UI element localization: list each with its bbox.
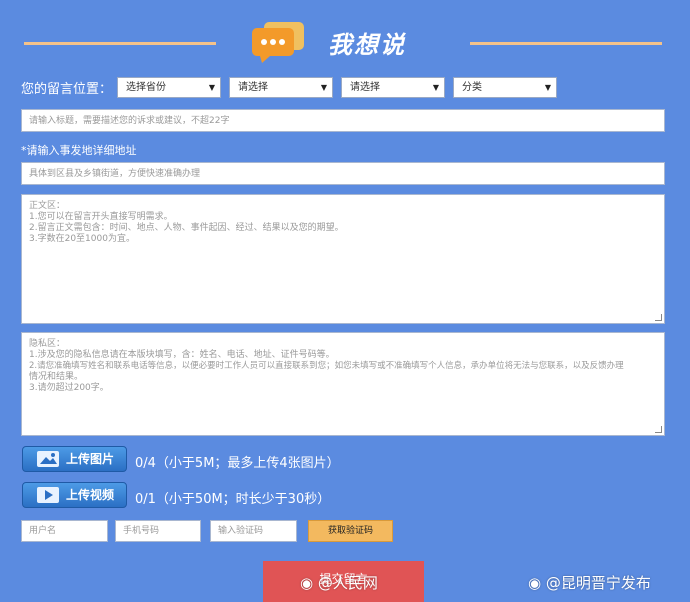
username-placeholder: 用户名 [29,526,57,536]
body-textarea[interactable]: 正文区： 1.您可以在留言开头直接写明需求。 2.留言正文需包含：时间、地点、人… [21,194,665,324]
upload-video-label: 上传视频 [66,488,115,502]
body-line: 2.留言正文需包含：时间、地点、人物、事件起因、经过、结果以及您的期望。 [29,223,344,233]
get-code-button[interactable]: 获取验证码 [308,520,393,542]
title-input-placeholder: 请输入标题，需要描述您的诉求或建议，不超22字 [29,116,230,126]
chat-bubble-icon [250,20,308,64]
address-required-label: *请输入事发地详细地址 [21,144,137,157]
privacy-line: 2.请您准确填写姓名和联系电话等信息，以便必要时工作人员可以直接联系到您；如您未… [29,361,624,371]
category-select[interactable]: 分类 ▼ [453,77,557,98]
city-select[interactable]: 请选择 ▼ [229,77,333,98]
privacy-line: 情况和结果。 [29,372,84,382]
weibo-icon: ◉ [528,574,542,592]
privacy-textarea[interactable]: 隐私区： 1.涉及您的隐私信息请在本版块填写，含：姓名、电话、地址、证件号码等。… [21,332,665,436]
page-title: 我想说 [328,31,406,59]
privacy-line: 3.请勿超过200字。 [29,383,109,393]
upload-image-label: 上传图片 [66,452,115,466]
chevron-down-icon: ▼ [208,83,215,92]
chevron-down-icon: ▼ [432,83,439,92]
chevron-down-icon: ▼ [544,83,551,92]
username-input[interactable]: 用户名 [21,520,108,542]
code-placeholder: 输入验证码 [218,526,264,536]
upload-video-info: 0/1（小于50M；时长少于30秒） [135,492,331,507]
category-select-value: 分类 [462,82,482,93]
video-play-icon [37,487,59,503]
watermark-right-text: @昆明晋宁发布 [545,574,651,592]
watermark-people-daily: ◉ @人民网 [300,572,378,593]
city-select-value: 请选择 [238,82,268,93]
header-divider-right [470,42,662,45]
watermark-left-text: @人民网 [317,574,378,592]
district-select[interactable]: 请选择 ▼ [341,77,445,98]
weibo-icon: ◉ [300,574,314,592]
chevron-down-icon: ▼ [320,83,327,92]
district-select-value: 请选择 [350,82,380,93]
location-label: 您的留言位置： [21,82,113,97]
verification-code-input[interactable]: 输入验证码 [210,520,297,542]
province-select[interactable]: 选择省份 ▼ [117,77,221,98]
phone-placeholder: 手机号码 [123,526,160,536]
body-line: 3.字数在20至1000为宜。 [29,234,135,244]
address-input[interactable]: 具体到区县及乡镇街道，方便快速准确办理 [21,162,665,185]
watermark-jinning: ◉ @昆明晋宁发布 [528,572,651,593]
body-line: 1.您可以在留言开头直接写明需求。 [29,212,173,222]
province-select-value: 选择省份 [126,82,166,93]
address-input-placeholder: 具体到区县及乡镇街道，方便快速准确办理 [29,169,201,179]
header-divider-left [24,42,216,45]
upload-image-info: 0/4（小于5M；最多上传4张图片） [135,456,340,471]
upload-image-button[interactable]: 上传图片 [22,446,127,472]
title-input[interactable]: 请输入标题，需要描述您的诉求或建议，不超22字 [21,109,665,132]
phone-input[interactable]: 手机号码 [115,520,201,542]
body-line: 正文区： [29,201,66,211]
resize-handle[interactable] [655,314,662,321]
privacy-line: 1.涉及您的隐私信息请在本版块填写，含：姓名、电话、地址、证件号码等。 [29,350,335,360]
image-icon [37,451,59,467]
resize-handle[interactable] [655,426,662,433]
privacy-line: 隐私区： [29,339,66,349]
upload-video-button[interactable]: 上传视频 [22,482,127,508]
